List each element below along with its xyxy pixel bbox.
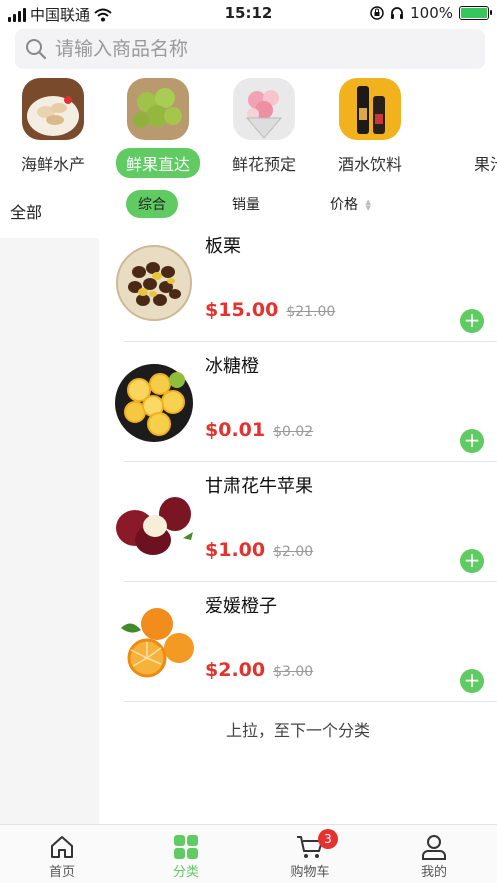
add-to-cart-button[interactable]: + xyxy=(460,549,484,573)
tab-mine[interactable]: 我的 xyxy=(372,833,496,880)
sort-sales[interactable]: 销量 xyxy=(220,190,272,218)
sidebar-item-label: 全部 xyxy=(10,203,43,222)
product-price: $2.00 $3.00 xyxy=(205,659,313,681)
battery-percent: 100% xyxy=(410,4,453,22)
tab-category[interactable]: 分类 xyxy=(124,833,248,880)
category-drinks[interactable]: 酒水饮料 xyxy=(320,78,420,178)
oranges-image xyxy=(121,608,194,678)
tab-cart[interactable]: 3 购物车 xyxy=(248,829,372,880)
category-label: 海鲜水产 xyxy=(20,155,85,174)
divider xyxy=(124,701,497,702)
list-item[interactable]: 冰糖橙 $0.01 $0.02 + xyxy=(99,342,497,462)
category-fresh-fruit[interactable]: 鲜果直达 xyxy=(108,78,208,178)
category-flowers[interactable]: 鲜花预定 xyxy=(214,78,314,178)
product-price: $1.00 $2.00 xyxy=(205,539,313,561)
tab-label: 分类 xyxy=(172,865,199,880)
sidebar xyxy=(0,238,99,824)
product-name: 爱媛橙子 xyxy=(205,596,277,617)
tab-home[interactable]: 首页 xyxy=(0,833,124,880)
search-bar[interactable] xyxy=(15,29,485,69)
category-strip[interactable]: 海鲜水产 鲜果直达 鲜花预定 酒水饮料 果汁 xyxy=(0,78,497,178)
sort-price[interactable]: 价格 ▲ ▼ xyxy=(318,190,383,218)
battery-icon xyxy=(459,6,492,20)
current-price: $15.00 xyxy=(205,299,279,321)
fresh-fruit-image xyxy=(127,78,189,140)
chestnut-image xyxy=(116,245,192,321)
search-icon xyxy=(26,39,47,60)
product-name: 甘肃花牛苹果 xyxy=(205,476,313,497)
add-to-cart-button[interactable]: + xyxy=(460,669,484,693)
sidebar-item-all[interactable]: 全部 xyxy=(6,199,43,223)
product-price: $0.01 $0.02 xyxy=(205,419,313,441)
search-input[interactable] xyxy=(55,38,455,60)
current-price: $0.01 xyxy=(205,419,266,441)
category-label: 鲜果直达 xyxy=(115,148,200,178)
original-price: $21.00 xyxy=(286,304,336,320)
drinks-image xyxy=(339,78,401,140)
original-price: $3.00 xyxy=(273,664,314,680)
status-bar: 中国联通 15:12 100% xyxy=(0,0,497,26)
category-label: 鲜花预定 xyxy=(231,155,296,174)
list-item[interactable]: 板栗 $15.00 $21.00 + xyxy=(99,222,497,342)
category-seafood[interactable]: 海鲜水产 xyxy=(3,78,103,178)
original-price: $0.02 xyxy=(273,424,314,440)
cart-badge: 3 xyxy=(318,829,338,849)
original-price: $2.00 xyxy=(273,544,314,560)
user-icon xyxy=(422,835,446,860)
product-list: 板栗 $15.00 $21.00 + 冰糖橙 $0.01 $0.02 + 甘肃花牛苹… xyxy=(99,222,497,702)
sort-bar: 综合 销量 价格 ▲ ▼ xyxy=(99,188,497,218)
category-label: 果汁 xyxy=(473,155,497,174)
add-to-cart-button[interactable]: + xyxy=(460,429,484,453)
tab-label: 购物车 xyxy=(290,865,330,880)
tab-bar: 首页 分类 3 购物车 我的 xyxy=(0,824,497,883)
category-label: 酒水饮料 xyxy=(337,155,402,174)
rotation-lock-icon xyxy=(370,6,384,20)
list-item[interactable]: 甘肃花牛苹果 $1.00 $2.00 + xyxy=(99,462,497,582)
product-name: 冰糖橙 xyxy=(205,356,259,377)
sort-price-label: 价格 xyxy=(330,197,358,213)
tab-label: 首页 xyxy=(48,865,75,880)
product-name: 板栗 xyxy=(205,236,241,257)
sort-arrows-icon: ▲ ▼ xyxy=(365,198,371,212)
category-juice[interactable]: 果汁 xyxy=(440,78,497,178)
list-item[interactable]: 爱媛橙子 $2.00 $3.00 + xyxy=(99,582,497,702)
red-apple-image xyxy=(116,497,193,555)
tab-label: 我的 xyxy=(420,865,447,880)
product-price: $15.00 $21.00 xyxy=(205,299,335,321)
flowers-image xyxy=(233,78,295,140)
home-icon xyxy=(51,836,73,858)
current-price: $1.00 xyxy=(205,539,266,561)
orange-halves-image xyxy=(115,364,193,442)
seafood-image xyxy=(22,78,84,140)
current-price: $2.00 xyxy=(205,659,266,681)
headphones-icon xyxy=(391,7,404,19)
sort-comprehensive[interactable]: 综合 xyxy=(126,190,178,218)
add-to-cart-button[interactable]: + xyxy=(460,309,484,333)
grid-icon xyxy=(174,835,198,859)
list-footer-hint: 上拉，至下一个分类 xyxy=(225,721,370,740)
